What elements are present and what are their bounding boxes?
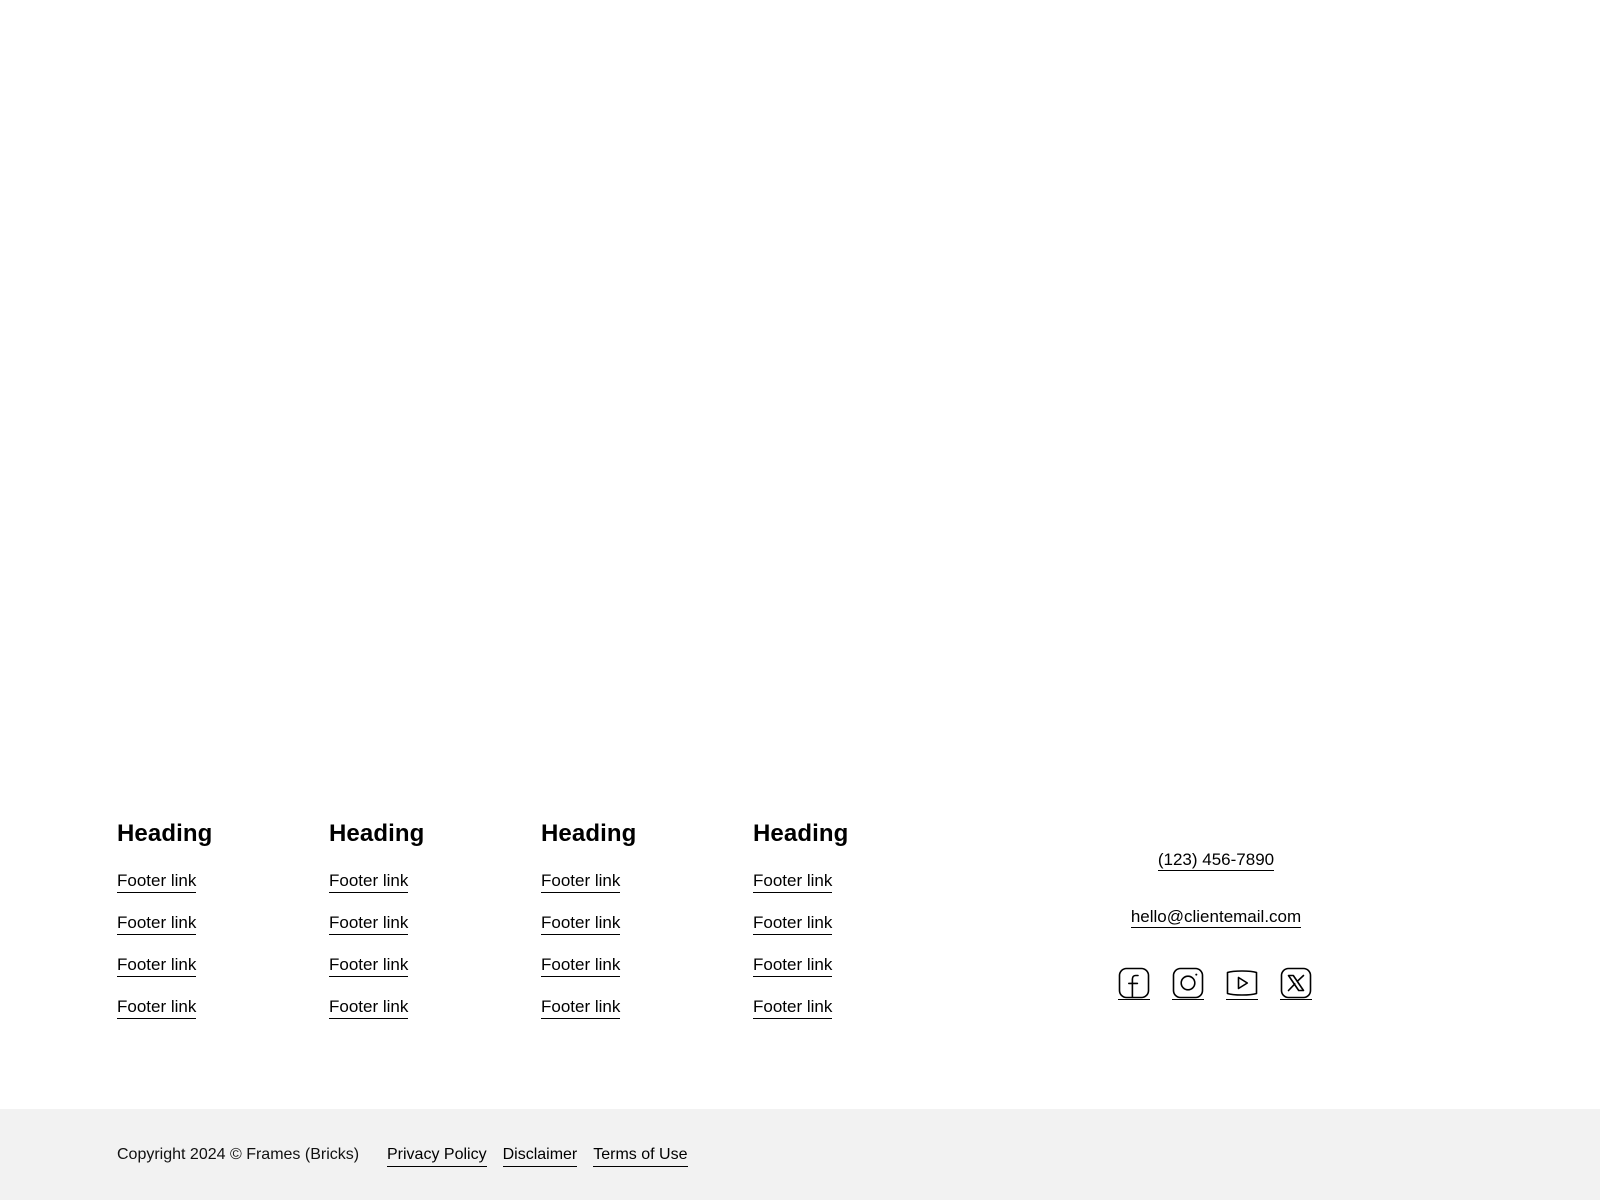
facebook-icon (1118, 967, 1150, 999)
youtube-link[interactable] (1226, 968, 1258, 1000)
facebook-link[interactable] (1118, 967, 1150, 1000)
social-links (1118, 967, 1312, 1000)
footer-link[interactable]: Footer link (117, 913, 197, 935)
footer-link[interactable]: Footer link (117, 997, 197, 1019)
list-item: Footer link (117, 955, 307, 997)
footer-link[interactable]: Footer link (117, 955, 197, 977)
list-item: Footer link (329, 913, 519, 955)
list-item: Footer link (329, 955, 519, 997)
list-item: Footer link (541, 955, 731, 997)
list-item: Footer link (117, 913, 307, 955)
footer-contact: (123) 456-7890 hello@clientemail.com (1100, 790, 1332, 1109)
footer-link[interactable]: Footer link (329, 913, 409, 935)
footer-link[interactable]: Footer link (329, 955, 409, 977)
footer-link[interactable]: Footer link (541, 955, 621, 977)
footer-link-list: Footer link Footer link Footer link Foot… (329, 871, 519, 1039)
copyright-text: Copyright 2024 © Frames (Bricks) (117, 1146, 360, 1163)
instagram-link[interactable] (1172, 967, 1204, 1000)
list-item: Footer link (753, 871, 943, 913)
list-item: Footer link (329, 871, 519, 913)
footer-column: Heading Footer link Footer link Footer l… (329, 822, 519, 1039)
footer-link[interactable]: Footer link (541, 913, 621, 935)
email-row: hello@clientemail.com (1100, 907, 1332, 928)
footer-link-list: Footer link Footer link Footer link Foot… (753, 871, 943, 1039)
footer-link-list: Footer link Footer link Footer link Foot… (117, 871, 307, 1039)
email-link[interactable]: hello@clientemail.com (1130, 907, 1302, 928)
footer-column: Heading Footer link Footer link Footer l… (117, 822, 307, 1039)
list-item: Footer link (541, 997, 731, 1039)
footer: Heading Footer link Footer link Footer l… (0, 790, 1600, 1109)
list-item: Footer link (541, 913, 731, 955)
footer-link[interactable]: Footer link (329, 871, 409, 893)
list-item: Footer link (117, 997, 307, 1039)
phone-link[interactable]: (123) 456-7890 (1157, 850, 1275, 871)
footer-link[interactable]: Footer link (753, 871, 833, 893)
footer-link[interactable]: Footer link (753, 997, 833, 1019)
footer-column-heading: Heading (541, 820, 637, 847)
legal-links: Privacy Policy Disclaimer Terms of Use (387, 1145, 688, 1167)
terms-of-use-link[interactable]: Terms of Use (593, 1145, 688, 1167)
list-item: Footer link (753, 955, 943, 997)
x-twitter-icon (1280, 967, 1312, 999)
footer-link[interactable]: Footer link (753, 913, 833, 935)
page: Heading Footer link Footer link Footer l… (0, 0, 1600, 1200)
footer-link[interactable]: Footer link (753, 955, 833, 977)
footer-link[interactable]: Footer link (541, 997, 621, 1019)
footer-column-heading: Heading (329, 820, 425, 847)
list-item: Footer link (117, 871, 307, 913)
footer-column-heading: Heading (753, 820, 849, 847)
phone-row: (123) 456-7890 (1100, 850, 1332, 871)
privacy-policy-link[interactable]: Privacy Policy (387, 1145, 487, 1167)
footer-link-list: Footer link Footer link Footer link Foot… (541, 871, 731, 1039)
footer-bottom-bar: Copyright 2024 © Frames (Bricks) Privacy… (0, 1109, 1600, 1200)
footer-column: Heading Footer link Footer link Footer l… (753, 822, 943, 1039)
instagram-icon (1172, 967, 1204, 999)
footer-column: Heading Footer link Footer link Footer l… (541, 822, 731, 1039)
footer-link[interactable]: Footer link (541, 871, 621, 893)
footer-column-heading: Heading (117, 820, 213, 847)
empty-content-area (0, 0, 1600, 790)
footer-link[interactable]: Footer link (117, 871, 197, 893)
disclaimer-link[interactable]: Disclaimer (502, 1145, 578, 1167)
list-item: Footer link (541, 871, 731, 913)
list-item: Footer link (753, 913, 943, 955)
youtube-icon (1226, 970, 1258, 996)
list-item: Footer link (753, 997, 943, 1039)
list-item: Footer link (329, 997, 519, 1039)
x-twitter-link[interactable] (1280, 967, 1312, 1000)
footer-link[interactable]: Footer link (329, 997, 409, 1019)
